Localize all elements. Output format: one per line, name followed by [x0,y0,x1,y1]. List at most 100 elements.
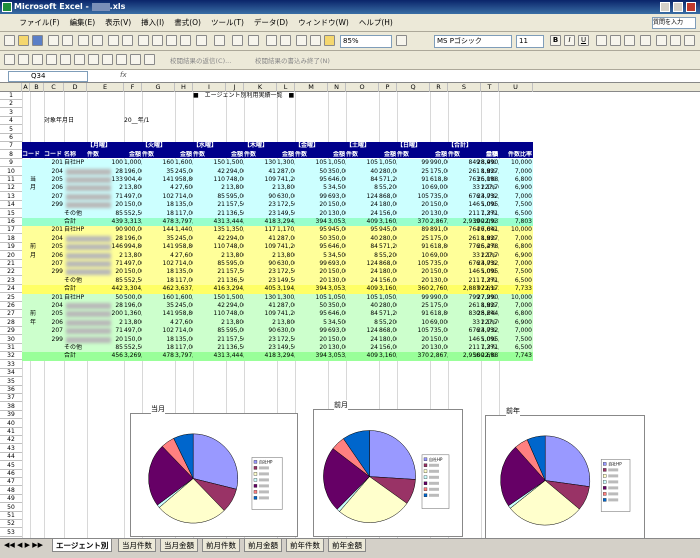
group-side-label[interactable]: 月 [30,252,44,260]
row-header-15[interactable]: 15 [0,210,22,218]
review-icon-1[interactable] [4,54,15,65]
value-cell[interactable]: 27,600 [175,184,193,192]
row-header-47[interactable]: 47 [0,478,22,487]
row-header-34[interactable]: 34 [0,369,22,378]
value-cell[interactable]: 7,500 [499,268,533,276]
value-cell[interactable]: 28.2% [467,310,497,318]
value-cell[interactable]: 117,000 [175,210,193,218]
value-cell[interactable]: 130,000 [430,344,448,352]
value-cell[interactable]: 24 [346,277,379,285]
header-day-3[interactable]: 【木曜】 [244,142,294,150]
review-icon-7[interactable] [88,54,99,65]
email-icon[interactable] [62,35,73,46]
value-cell[interactable]: 160 [142,294,175,302]
value-cell[interactable]: 693,000 [328,260,346,268]
value-cell[interactable]: 714,000 [175,193,193,201]
value-cell[interactable]: 130,000 [328,210,346,218]
reply-with-changes[interactable]: 校閲結果の返信(C)... [170,55,231,65]
value-cell[interactable]: 7.2% [467,344,497,352]
value-cell[interactable]: 409 [346,352,379,360]
value-cell[interactable]: 245,000 [175,235,193,243]
value-cell[interactable]: 595,000 [226,327,244,335]
value-cell[interactable]: 8 [346,319,379,327]
value-cell[interactable]: 24 [346,344,379,352]
value-cell[interactable]: 71 [87,193,124,201]
value-cell[interactable]: 891,000 [430,226,448,234]
value-cell[interactable]: 360 [397,285,430,293]
value-cell[interactable]: 741,200 [277,176,295,184]
row-header-23[interactable]: 23 [0,277,22,285]
value-cell[interactable]: 595,000 [226,260,244,268]
header-count[interactable]: 件数 [295,151,328,159]
value-cell[interactable]: 109 [244,176,277,184]
value-cell[interactable]: 150,000 [124,268,142,276]
group-side-label[interactable]: 前 [30,243,44,251]
value-cell[interactable]: 21 [193,344,226,352]
header-day-4[interactable]: 【金曜】 [295,142,345,150]
value-cell[interactable]: 85 [87,344,124,352]
value-cell[interactable]: 124 [346,327,379,335]
value-cell[interactable]: 105 [397,193,430,201]
code-cell[interactable] [44,352,64,360]
value-cell[interactable]: 35 [142,302,175,310]
value-cell[interactable]: 552,500 [124,344,142,352]
value-cell[interactable]: 7,500 [499,201,533,209]
value-cell[interactable]: 196,000 [124,235,142,243]
value-cell[interactable]: 552,500 [124,277,142,285]
code-cell[interactable]: 205 [44,243,64,251]
font-size-select[interactable]: 11 [516,35,544,48]
value-cell[interactable]: 418 [244,352,277,360]
value-cell[interactable]: 2 [244,184,277,192]
value-cell[interactable]: 95 [295,176,328,184]
value-cell[interactable]: 24 [346,201,379,209]
value-cell[interactable]: 69,000 [430,184,448,192]
header-amount[interactable]: 金額 [175,151,193,159]
value-cell[interactable]: 945,000 [379,226,397,234]
value-cell[interactable]: 85 [193,327,226,335]
value-cell[interactable]: 2 [244,319,277,327]
period-value[interactable]: 20__年/1 [124,117,164,125]
value-cell[interactable]: 85 [87,277,124,285]
row-header-3[interactable]: 3 [0,109,22,117]
review-icon-3[interactable] [32,54,43,65]
value-cell[interactable]: 20 [397,210,430,218]
value-cell[interactable]: 175,000 [430,302,448,310]
value-cell[interactable]: 2 [87,184,124,192]
drawing-icon[interactable] [310,35,321,46]
value-cell[interactable]: 5 [295,319,328,327]
value-cell[interactable]: 350,000 [328,302,346,310]
group-side-label[interactable]: 前 [30,310,44,318]
column-header-L[interactable]: L [277,83,295,92]
name-box[interactable]: Q34 [8,71,88,82]
value-cell[interactable]: 141 [142,310,175,318]
review-icon-4[interactable] [46,54,57,65]
value-cell[interactable]: 41 [244,302,277,310]
value-cell[interactable]: 3,797,400 [175,218,193,226]
value-cell[interactable]: 2,760,800 [430,285,448,293]
value-cell[interactable]: 18 [142,201,175,209]
value-cell[interactable]: 85 [87,210,124,218]
value-cell[interactable]: 18 [142,268,175,276]
value-cell[interactable]: 135 [193,226,226,234]
value-cell[interactable]: 3,294,800 [226,285,244,293]
value-cell[interactable]: 25 [397,168,430,176]
value-cell[interactable]: 431 [193,218,226,226]
value-cell[interactable]: 1,600,000 [175,159,193,167]
value-cell[interactable]: 7.2% [467,277,497,285]
menu-data[interactable]: データ(D) [249,14,293,32]
value-cell[interactable]: 7.2% [467,210,497,218]
value-cell[interactable]: 8 [346,184,379,192]
value-cell[interactable]: 552,500 [124,210,142,218]
value-cell[interactable]: 35 [142,235,175,243]
value-cell[interactable]: 958,800 [175,310,193,318]
value-cell[interactable]: 40 [346,235,379,243]
zoom-select[interactable]: 85% [340,35,392,48]
header-count[interactable]: 件数 [346,151,379,159]
value-cell[interactable]: 868,000 [379,260,397,268]
row-header-20[interactable]: 20 [0,252,22,260]
value-cell[interactable]: 3,053,500 [328,218,346,226]
value-cell[interactable]: 28 [87,168,124,176]
value-cell[interactable]: 172,500 [277,336,295,344]
row-header-5[interactable]: 5 [0,126,22,134]
value-cell[interactable]: 741,200 [277,243,295,251]
